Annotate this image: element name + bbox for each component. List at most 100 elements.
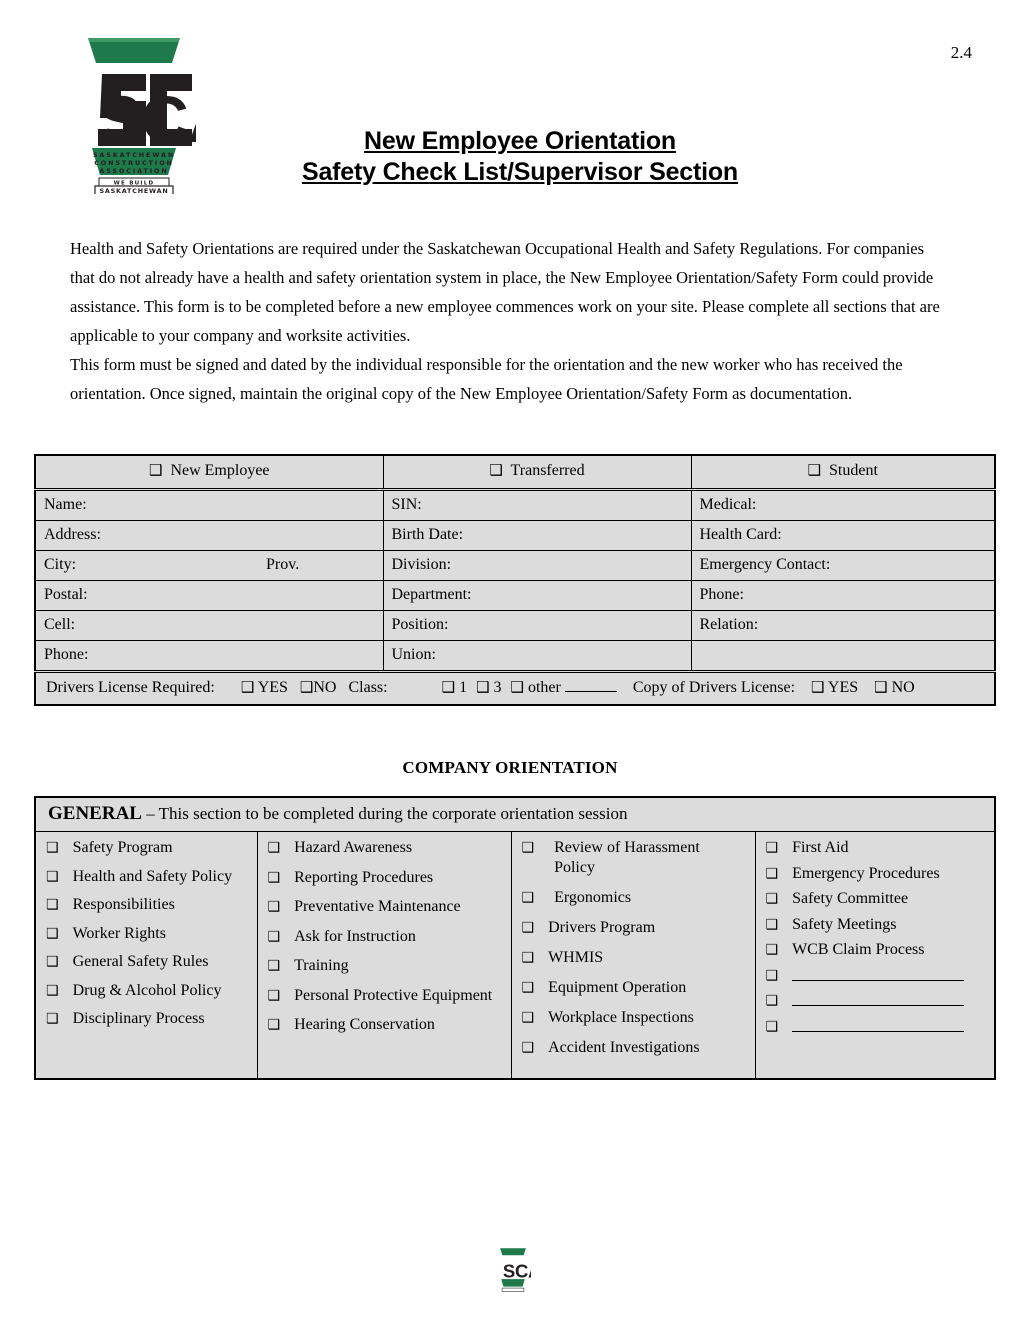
checkbox-icon[interactable]: ❑ [522, 948, 535, 968]
list-item[interactable]: ❑ Preventative Maintenance [268, 897, 505, 917]
checkbox-icon[interactable]: ❑ [874, 678, 887, 696]
list-item-label: WCB Claim Process [792, 941, 925, 958]
checkbox-icon[interactable]: ❑ [766, 864, 779, 884]
blank-write-in-line[interactable] [792, 991, 965, 1006]
checkbox-icon[interactable]: ❑ [241, 678, 254, 696]
checkbox-icon[interactable]: ❑ [511, 678, 524, 696]
field-phone-emergency[interactable]: Phone: [690, 579, 996, 611]
checkbox-icon[interactable]: ❑ [766, 838, 779, 858]
list-item[interactable]: ❑ Drug & Alcohol Policy [46, 981, 251, 1001]
list-item[interactable]: ❑ Equipment Operation [522, 978, 749, 998]
field-phone[interactable]: Phone: [34, 639, 384, 672]
dl-class-other-input[interactable] [564, 678, 617, 693]
drivers-license-required-label: Drivers License Required: [46, 679, 215, 697]
checkbox-icon[interactable]: ❑ [476, 678, 489, 696]
list-item[interactable]: ❑ WHMIS [522, 948, 749, 968]
list-item[interactable]: ❑ Safety Committee [766, 889, 989, 909]
checkbox-icon[interactable]: ❑ [522, 1038, 535, 1058]
list-item[interactable]: ❑ Worker Rights [46, 924, 251, 944]
list-item[interactable]: ❑ Safety Program [46, 838, 251, 858]
checkbox-icon[interactable]: ❑ [46, 981, 59, 1001]
checkbox-icon[interactable]: ❑ [46, 924, 59, 944]
list-item[interactable]: ❑ [766, 966, 989, 986]
field-postal[interactable]: Postal: [34, 579, 384, 611]
list-item[interactable]: ❑ Responsibilities [46, 895, 251, 915]
checkbox-icon[interactable]: ❑ [268, 897, 281, 917]
checkbox-icon[interactable]: ❑ [268, 927, 281, 947]
field-blank[interactable] [690, 639, 996, 672]
checkbox-icon[interactable]: ❑ [300, 678, 313, 696]
employee-type-new[interactable]: ❑ New Employee [34, 454, 384, 491]
checkbox-icon[interactable]: ❑ [268, 956, 281, 976]
list-item[interactable]: ❑ Reporting Procedures [268, 868, 505, 888]
list-item[interactable]: ❑ Health and Safety Policy [46, 867, 251, 887]
list-item[interactable]: ❑ Emergency Procedures [766, 864, 989, 884]
list-item[interactable]: ❑ Ergonomics [522, 888, 749, 908]
list-item[interactable]: ❑ Drivers Program [522, 918, 749, 938]
field-city[interactable]: City: Prov. [34, 549, 384, 581]
field-health-card[interactable]: Health Card: [690, 519, 996, 551]
checkbox-icon[interactable]: ❑ [46, 952, 59, 972]
employee-type-student[interactable]: ❑ Student [690, 454, 996, 491]
blank-write-in-line[interactable] [792, 966, 965, 981]
list-item[interactable]: ❑ [766, 991, 989, 1011]
checkbox-icon[interactable]: ❑ [268, 986, 281, 1006]
checkbox-icon[interactable]: ❑ [149, 463, 162, 478]
checkbox-icon[interactable]: ❑ [766, 889, 779, 909]
field-birth-date[interactable]: Birth Date: [382, 519, 692, 551]
checkbox-icon[interactable]: ❑ [766, 991, 779, 1011]
checkbox-icon[interactable]: ❑ [489, 463, 502, 478]
field-address[interactable]: Address: [34, 519, 384, 551]
checkbox-icon[interactable]: ❑ [46, 867, 59, 887]
list-item[interactable]: ❑ Workplace Inspections [522, 1008, 749, 1028]
checkbox-icon[interactable]: ❑ [46, 895, 59, 915]
list-item[interactable]: ❑ Personal Protective Equipment [268, 986, 505, 1006]
list-item[interactable]: ❑ General Safety Rules [46, 952, 251, 972]
checkbox-icon[interactable]: ❑ [268, 868, 281, 888]
list-item[interactable]: ❑ Training [268, 956, 505, 976]
field-medical[interactable]: Medical: [690, 488, 996, 521]
list-item[interactable]: ❑ Hearing Conservation [268, 1015, 505, 1035]
field-division[interactable]: Division: [382, 549, 692, 581]
checkbox-icon[interactable]: ❑ [46, 1009, 59, 1029]
field-relation[interactable]: Relation: [690, 609, 996, 641]
checkbox-icon[interactable]: ❑ [522, 838, 535, 858]
checkbox-icon[interactable]: ❑ [522, 918, 535, 938]
employee-type-transferred[interactable]: ❑ Transferred [382, 454, 692, 491]
field-position[interactable]: Position: [382, 609, 692, 641]
checkbox-icon[interactable]: ❑ [268, 1015, 281, 1035]
checkbox-icon[interactable]: ❑ [268, 838, 281, 858]
list-item[interactable]: ❑ Safety Meetings [766, 915, 989, 935]
list-item[interactable]: ❑ Hazard Awareness [268, 838, 505, 858]
list-item[interactable]: ❑ First Aid [766, 838, 989, 858]
blank-write-in-line[interactable] [792, 1017, 965, 1032]
drivers-license-row: Drivers License Required: ❑ YES ❑NO Class: ❑… [34, 669, 996, 706]
checkbox-icon[interactable]: ❑ [811, 678, 824, 696]
checkbox-icon[interactable]: ❑ [808, 463, 821, 478]
field-cell-label: Cell: [44, 615, 76, 633]
checkbox-icon[interactable]: ❑ [766, 966, 779, 986]
list-item[interactable]: ❑ Review of Harassment Policy [522, 838, 749, 878]
checkbox-icon[interactable]: ❑ [46, 838, 59, 858]
field-relation-label: Relation: [699, 615, 759, 633]
list-item[interactable]: ❑ WCB Claim Process [766, 940, 989, 960]
checkbox-icon[interactable]: ❑ [522, 978, 535, 998]
list-item[interactable]: ❑ Disciplinary Process [46, 1009, 251, 1029]
checkbox-icon[interactable]: ❑ [442, 678, 455, 696]
checkbox-icon[interactable]: ❑ [522, 888, 535, 908]
checkbox-icon[interactable]: ❑ [766, 940, 779, 960]
field-emergency-contact[interactable]: Emergency Contact: [690, 549, 996, 581]
field-union[interactable]: Union: [382, 639, 692, 672]
list-item[interactable]: ❑ Accident Investigations [522, 1038, 749, 1058]
list-item-label: Workplace Inspections [548, 1009, 694, 1026]
field-name[interactable]: Name: [34, 488, 384, 521]
field-cell[interactable]: Cell: [34, 609, 384, 641]
checkbox-icon[interactable]: ❑ [766, 915, 779, 935]
checkbox-icon[interactable]: ❑ [522, 1008, 535, 1028]
field-department[interactable]: Department: [382, 579, 692, 611]
field-sin[interactable]: SIN: [382, 488, 692, 521]
dl-class-1-label: 1 [459, 679, 468, 697]
checkbox-icon[interactable]: ❑ [766, 1017, 779, 1037]
list-item[interactable]: ❑ Ask for Instruction [268, 927, 505, 947]
list-item[interactable]: ❑ [766, 1017, 989, 1037]
